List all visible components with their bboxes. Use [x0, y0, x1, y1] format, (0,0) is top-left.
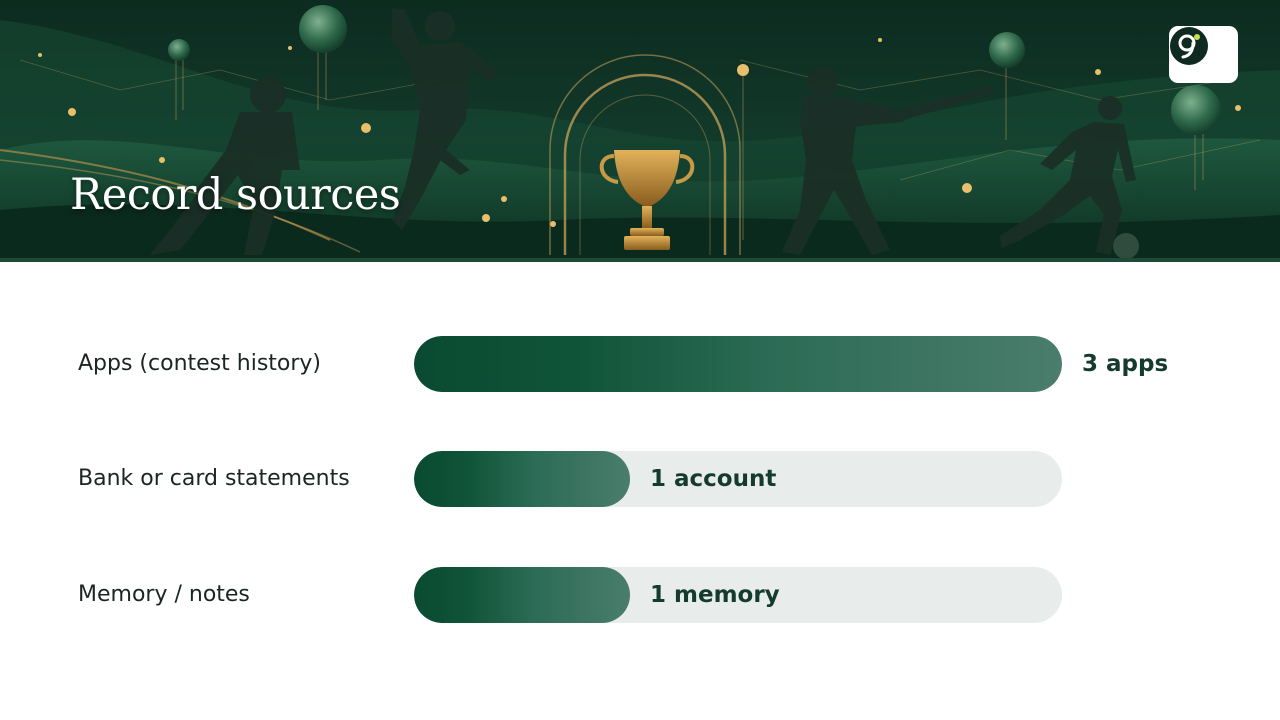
slide: Record sources Apps (contest history) 3 a… — [0, 0, 1280, 720]
record-sources-bar-chart: Apps (contest history) 3 apps Bank or card… — [0, 262, 1280, 720]
bar-apps — [414, 336, 1062, 392]
bar-bank-statements — [414, 451, 630, 507]
bar-row-bank-statements: Bank or card statements 1 account — [0, 451, 1280, 507]
category-label: Memory / notes — [78, 582, 250, 607]
category-label: Bank or card statements — [78, 466, 350, 491]
app-logo[interactable] — [1169, 26, 1238, 83]
brand-logo-icon — [1170, 27, 1208, 65]
value-label: 1 memory — [650, 582, 780, 608]
value-label: 3 apps — [1082, 351, 1169, 377]
category-label: Apps (contest history) — [78, 351, 322, 376]
bar-memory-notes — [414, 567, 630, 623]
bar-row-memory-notes: Memory / notes 1 memory — [0, 567, 1280, 623]
bar-row-apps: Apps (contest history) 3 apps — [0, 336, 1280, 392]
bar-track — [414, 336, 1062, 392]
value-label: 1 account — [650, 466, 777, 492]
sports-illustration — [0, 5, 1280, 258]
header-banner: Record sources — [0, 0, 1280, 262]
page-title: Record sources — [70, 170, 401, 220]
